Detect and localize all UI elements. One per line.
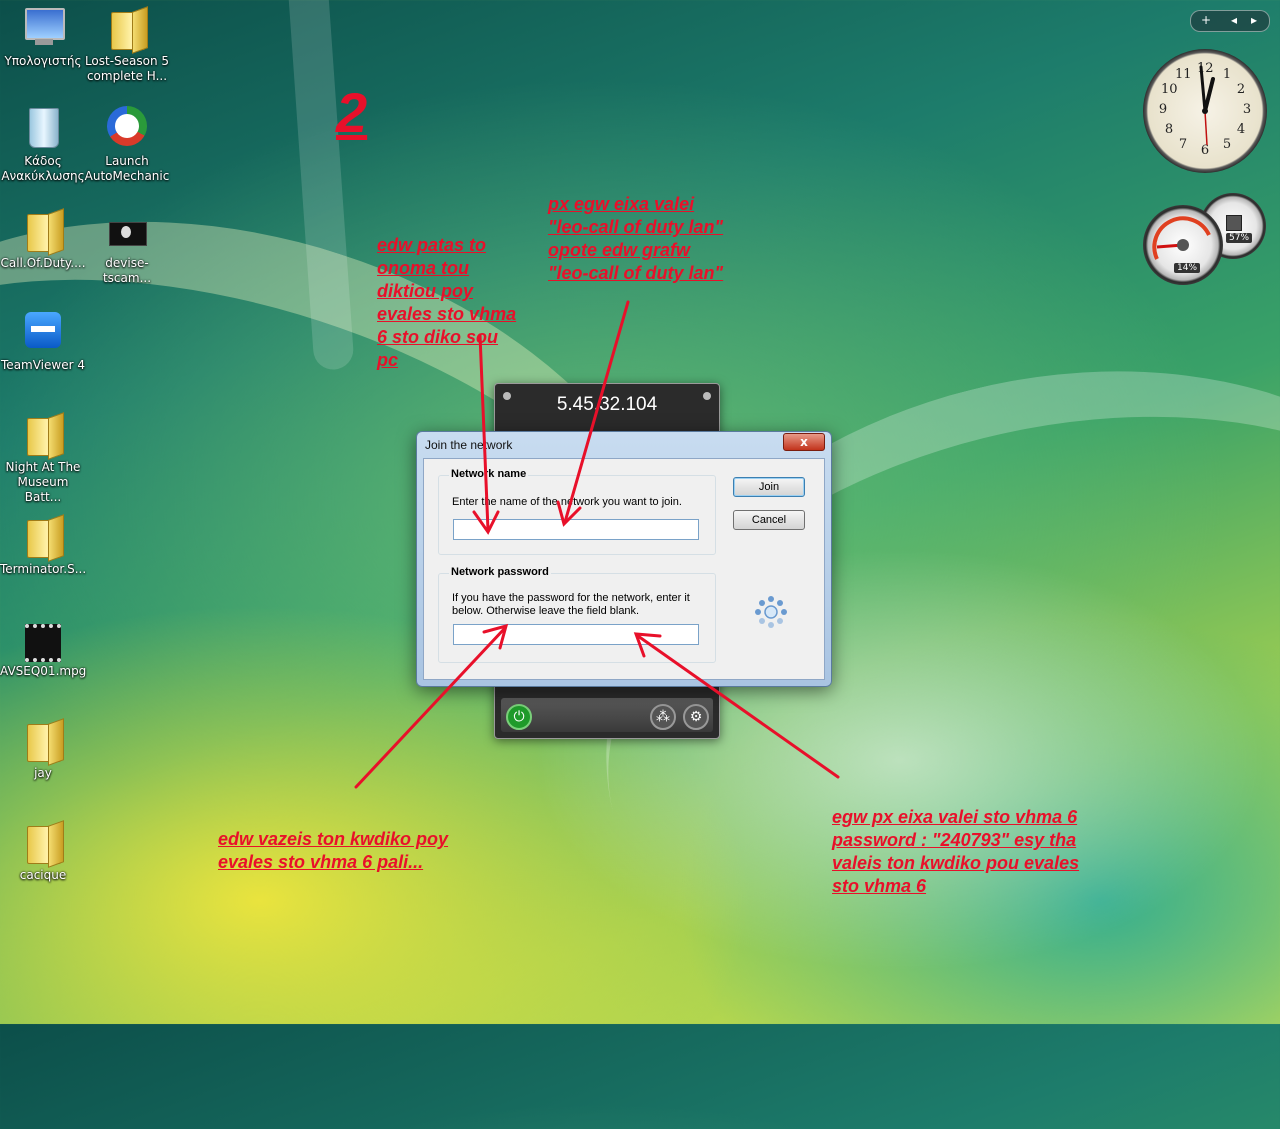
arrow-to-name-field-1 [478, 333, 490, 532]
cpu-gauge-dial [1152, 216, 1211, 260]
memory-chip-icon [1226, 215, 1242, 231]
clock-gadget[interactable]: 12 1 2 3 4 5 6 7 8 9 10 11 [1143, 49, 1267, 173]
arrow-to-name-field-2 [563, 300, 630, 524]
cpu-percent: 14% [1174, 263, 1201, 273]
clock-hands [1199, 65, 1215, 146]
sidebar-next-icon[interactable]: ▸ [1251, 11, 1257, 30]
arrow-to-password-2 [636, 634, 840, 779]
sidebar-controls: + ◂ ▸ [1190, 10, 1270, 32]
memory-percent: 57% [1226, 233, 1253, 243]
cpu-gauge[interactable]: 14% [1143, 205, 1223, 285]
sidebar-prev-icon[interactable]: ◂ [1231, 11, 1237, 30]
sidebar-add-button[interactable]: + [1199, 11, 1213, 30]
arrow-to-password-1 [354, 626, 507, 789]
annotation-arrows [354, 300, 840, 789]
